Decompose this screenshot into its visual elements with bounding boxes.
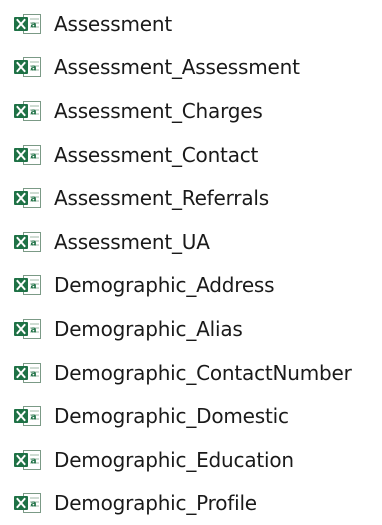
svg-text:a: a: [31, 20, 37, 30]
svg-text:a: a: [31, 325, 37, 335]
file-item-demographic-address[interactable]: a Demographic_Address: [0, 264, 382, 308]
excel-file-icon: a: [14, 231, 41, 252]
excel-file-icon: a: [14, 318, 41, 339]
svg-text:a: a: [31, 369, 37, 379]
svg-text:a: a: [31, 195, 37, 205]
excel-file-icon: a: [14, 362, 41, 383]
file-item-demographic-education[interactable]: a Demographic_Education: [0, 438, 382, 482]
file-label: Demographic_Alias: [54, 316, 243, 341]
excel-file-icon: a: [14, 406, 41, 427]
file-label: Assessment_Charges: [54, 98, 263, 123]
excel-file-icon: a: [14, 144, 41, 165]
file-item-assessment-assessment[interactable]: a Assessment_Assessment: [0, 46, 382, 90]
svg-text:a: a: [31, 456, 37, 466]
svg-text:a: a: [31, 282, 37, 292]
file-item-assessment-ua[interactable]: a Assessment_UA: [0, 220, 382, 264]
svg-text:a: a: [31, 64, 37, 74]
file-label: Demographic_Domestic: [54, 404, 289, 429]
svg-text:a: a: [31, 238, 37, 248]
file-item-assessment-referrals[interactable]: a Assessment_Referrals: [0, 176, 382, 220]
svg-text:a: a: [31, 107, 37, 117]
svg-text:a: a: [31, 413, 37, 423]
file-label: Assessment_Assessment: [54, 55, 300, 80]
svg-text:a: a: [31, 151, 37, 161]
file-item-assessment[interactable]: a Assessment: [0, 2, 382, 46]
file-item-demographic-profile[interactable]: a Demographic_Profile: [0, 482, 382, 525]
file-label: Assessment_Referrals: [54, 186, 269, 211]
svg-text:a: a: [31, 500, 37, 510]
file-label: Assessment_Contact: [54, 142, 259, 167]
file-label: Demographic_ContactNumber: [54, 360, 352, 385]
file-item-assessment-contact[interactable]: a Assessment_Contact: [0, 133, 382, 177]
excel-file-icon: a: [14, 449, 41, 470]
excel-file-icon: a: [14, 57, 41, 78]
excel-file-icon: a: [14, 13, 41, 34]
excel-file-icon: a: [14, 493, 41, 514]
file-item-assessment-charges[interactable]: a Assessment_Charges: [0, 89, 382, 133]
file-label: Assessment_UA: [54, 229, 210, 254]
file-label: Demographic_Address: [54, 273, 275, 298]
file-item-demographic-alias[interactable]: a Demographic_Alias: [0, 307, 382, 351]
file-label: Demographic_Profile: [54, 491, 257, 516]
file-list: a Assessment a Assessment_Assessment a A…: [0, 2, 382, 525]
excel-file-icon: a: [14, 188, 41, 209]
file-label: Assessment: [54, 11, 172, 36]
excel-file-icon: a: [14, 100, 41, 121]
excel-file-icon: a: [14, 275, 41, 296]
file-item-demographic-contactnumber[interactable]: a Demographic_ContactNumber: [0, 351, 382, 395]
file-label: Demographic_Education: [54, 447, 294, 472]
file-item-demographic-domestic[interactable]: a Demographic_Domestic: [0, 394, 382, 438]
